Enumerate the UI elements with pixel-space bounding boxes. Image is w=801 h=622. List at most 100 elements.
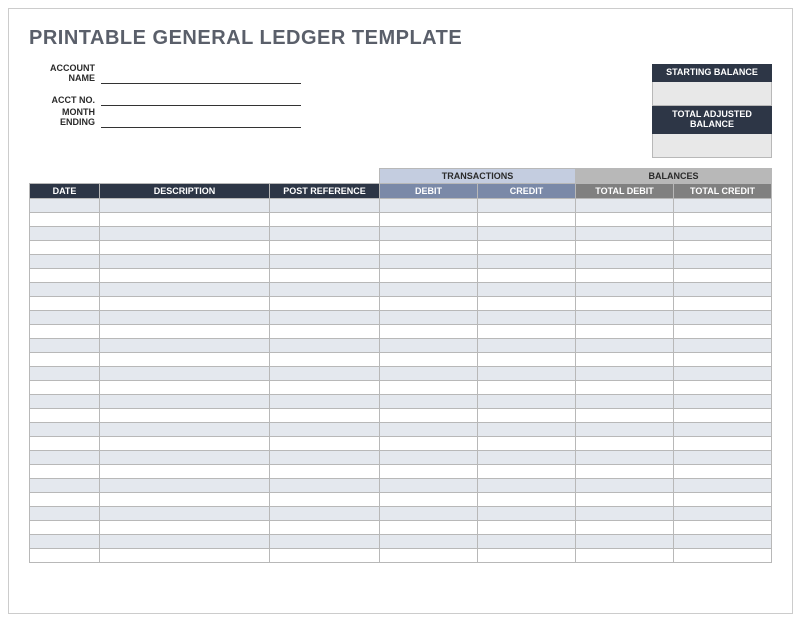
cell-date[interactable] <box>30 282 100 296</box>
cell-date[interactable] <box>30 212 100 226</box>
cell-description[interactable] <box>100 226 270 240</box>
cell-total_credit[interactable] <box>674 380 772 394</box>
cell-total_credit[interactable] <box>674 450 772 464</box>
cell-total_debit[interactable] <box>576 240 674 254</box>
cell-post_reference[interactable] <box>270 268 380 282</box>
cell-debit[interactable] <box>380 198 478 212</box>
cell-post_reference[interactable] <box>270 380 380 394</box>
cell-date[interactable] <box>30 324 100 338</box>
cell-total_credit[interactable] <box>674 352 772 366</box>
cell-credit[interactable] <box>478 268 576 282</box>
cell-credit[interactable] <box>478 352 576 366</box>
cell-date[interactable] <box>30 548 100 562</box>
cell-debit[interactable] <box>380 212 478 226</box>
cell-total_debit[interactable] <box>576 450 674 464</box>
cell-date[interactable] <box>30 352 100 366</box>
cell-post_reference[interactable] <box>270 492 380 506</box>
cell-date[interactable] <box>30 198 100 212</box>
cell-credit[interactable] <box>478 198 576 212</box>
cell-total_credit[interactable] <box>674 464 772 478</box>
cell-date[interactable] <box>30 240 100 254</box>
cell-total_debit[interactable] <box>576 492 674 506</box>
cell-description[interactable] <box>100 352 270 366</box>
cell-description[interactable] <box>100 548 270 562</box>
cell-debit[interactable] <box>380 464 478 478</box>
cell-debit[interactable] <box>380 492 478 506</box>
cell-credit[interactable] <box>478 296 576 310</box>
cell-credit[interactable] <box>478 212 576 226</box>
cell-post_reference[interactable] <box>270 394 380 408</box>
cell-debit[interactable] <box>380 408 478 422</box>
cell-date[interactable] <box>30 296 100 310</box>
cell-credit[interactable] <box>478 394 576 408</box>
cell-post_reference[interactable] <box>270 534 380 548</box>
cell-date[interactable] <box>30 310 100 324</box>
cell-total_debit[interactable] <box>576 310 674 324</box>
cell-total_credit[interactable] <box>674 366 772 380</box>
cell-debit[interactable] <box>380 436 478 450</box>
cell-total_debit[interactable] <box>576 380 674 394</box>
cell-credit[interactable] <box>478 310 576 324</box>
cell-debit[interactable] <box>380 310 478 324</box>
cell-credit[interactable] <box>478 338 576 352</box>
cell-total_credit[interactable] <box>674 548 772 562</box>
cell-total_debit[interactable] <box>576 464 674 478</box>
cell-debit[interactable] <box>380 282 478 296</box>
cell-credit[interactable] <box>478 478 576 492</box>
cell-description[interactable] <box>100 324 270 338</box>
cell-credit[interactable] <box>478 534 576 548</box>
cell-total_debit[interactable] <box>576 226 674 240</box>
cell-credit[interactable] <box>478 548 576 562</box>
cell-total_debit[interactable] <box>576 506 674 520</box>
cell-total_credit[interactable] <box>674 478 772 492</box>
cell-date[interactable] <box>30 394 100 408</box>
cell-credit[interactable] <box>478 240 576 254</box>
cell-total_credit[interactable] <box>674 296 772 310</box>
cell-debit[interactable] <box>380 478 478 492</box>
cell-date[interactable] <box>30 422 100 436</box>
cell-description[interactable] <box>100 506 270 520</box>
cell-total_debit[interactable] <box>576 198 674 212</box>
cell-debit[interactable] <box>380 352 478 366</box>
cell-total_debit[interactable] <box>576 324 674 338</box>
cell-date[interactable] <box>30 464 100 478</box>
cell-description[interactable] <box>100 450 270 464</box>
cell-description[interactable] <box>100 254 270 268</box>
cell-total_debit[interactable] <box>576 534 674 548</box>
cell-description[interactable] <box>100 338 270 352</box>
cell-total_debit[interactable] <box>576 296 674 310</box>
cell-date[interactable] <box>30 534 100 548</box>
cell-post_reference[interactable] <box>270 464 380 478</box>
cell-post_reference[interactable] <box>270 296 380 310</box>
cell-description[interactable] <box>100 464 270 478</box>
cell-total_debit[interactable] <box>576 422 674 436</box>
cell-date[interactable] <box>30 478 100 492</box>
cell-date[interactable] <box>30 268 100 282</box>
cell-total_debit[interactable] <box>576 282 674 296</box>
cell-debit[interactable] <box>380 450 478 464</box>
cell-total_credit[interactable] <box>674 436 772 450</box>
cell-total_credit[interactable] <box>674 324 772 338</box>
cell-post_reference[interactable] <box>270 506 380 520</box>
cell-total_debit[interactable] <box>576 548 674 562</box>
cell-credit[interactable] <box>478 464 576 478</box>
account-name-input[interactable] <box>101 64 301 84</box>
cell-debit[interactable] <box>380 366 478 380</box>
cell-date[interactable] <box>30 408 100 422</box>
cell-total_credit[interactable] <box>674 212 772 226</box>
cell-credit[interactable] <box>478 226 576 240</box>
cell-post_reference[interactable] <box>270 478 380 492</box>
cell-credit[interactable] <box>478 408 576 422</box>
cell-total_credit[interactable] <box>674 422 772 436</box>
cell-post_reference[interactable] <box>270 520 380 534</box>
cell-description[interactable] <box>100 492 270 506</box>
cell-debit[interactable] <box>380 324 478 338</box>
cell-debit[interactable] <box>380 268 478 282</box>
cell-description[interactable] <box>100 478 270 492</box>
cell-date[interactable] <box>30 506 100 520</box>
cell-date[interactable] <box>30 226 100 240</box>
cell-post_reference[interactable] <box>270 310 380 324</box>
cell-debit[interactable] <box>380 534 478 548</box>
cell-post_reference[interactable] <box>270 436 380 450</box>
acct-no-input[interactable] <box>101 86 301 106</box>
